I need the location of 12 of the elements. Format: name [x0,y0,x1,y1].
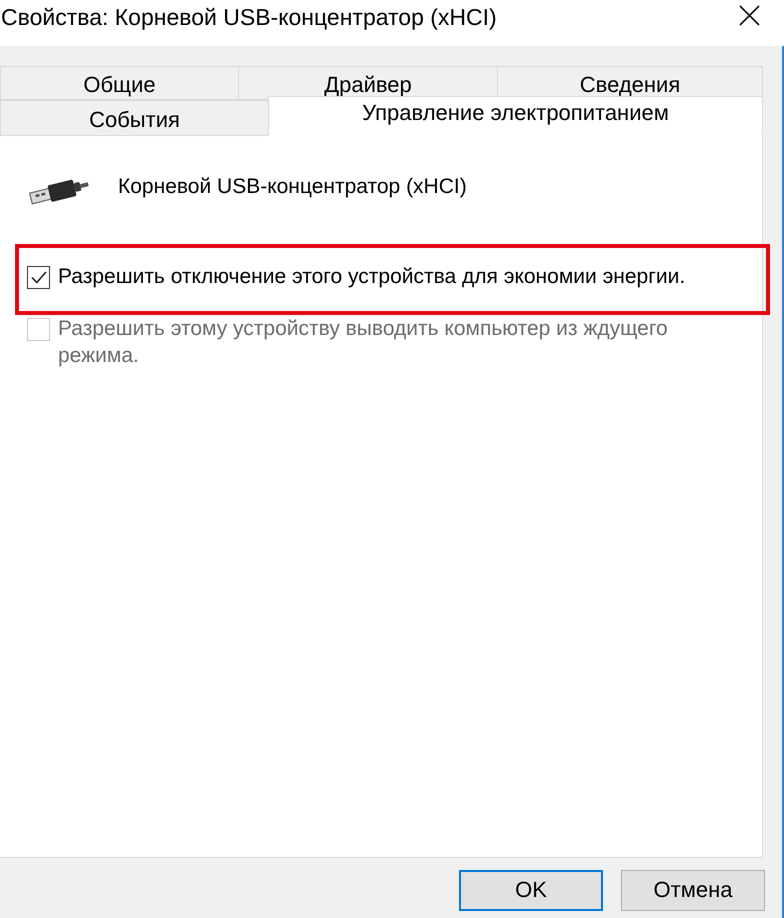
option-label: Разрешить этому устройству выводить компьютер из ждущего режима. [58,316,669,369]
close-icon [738,4,760,26]
dialog-button[interactable]: Отмена [621,870,765,910]
checkbox[interactable] [27,266,50,289]
dialog-button[interactable]: OK [459,870,603,910]
tab[interactable]: События [0,100,269,136]
device-name: Корневой USB-концентратор (xHCI) [118,175,467,199]
option-label: Разрешить отключение этого устройства для экономии энергии. [58,264,686,290]
tab[interactable]: Общие [0,66,239,100]
window-title: Свойства: Корневой USB-концентратор (xHCI) [1,3,497,31]
tab[interactable]: Управление электропитанием [268,96,763,136]
checkmark-icon [30,271,46,284]
